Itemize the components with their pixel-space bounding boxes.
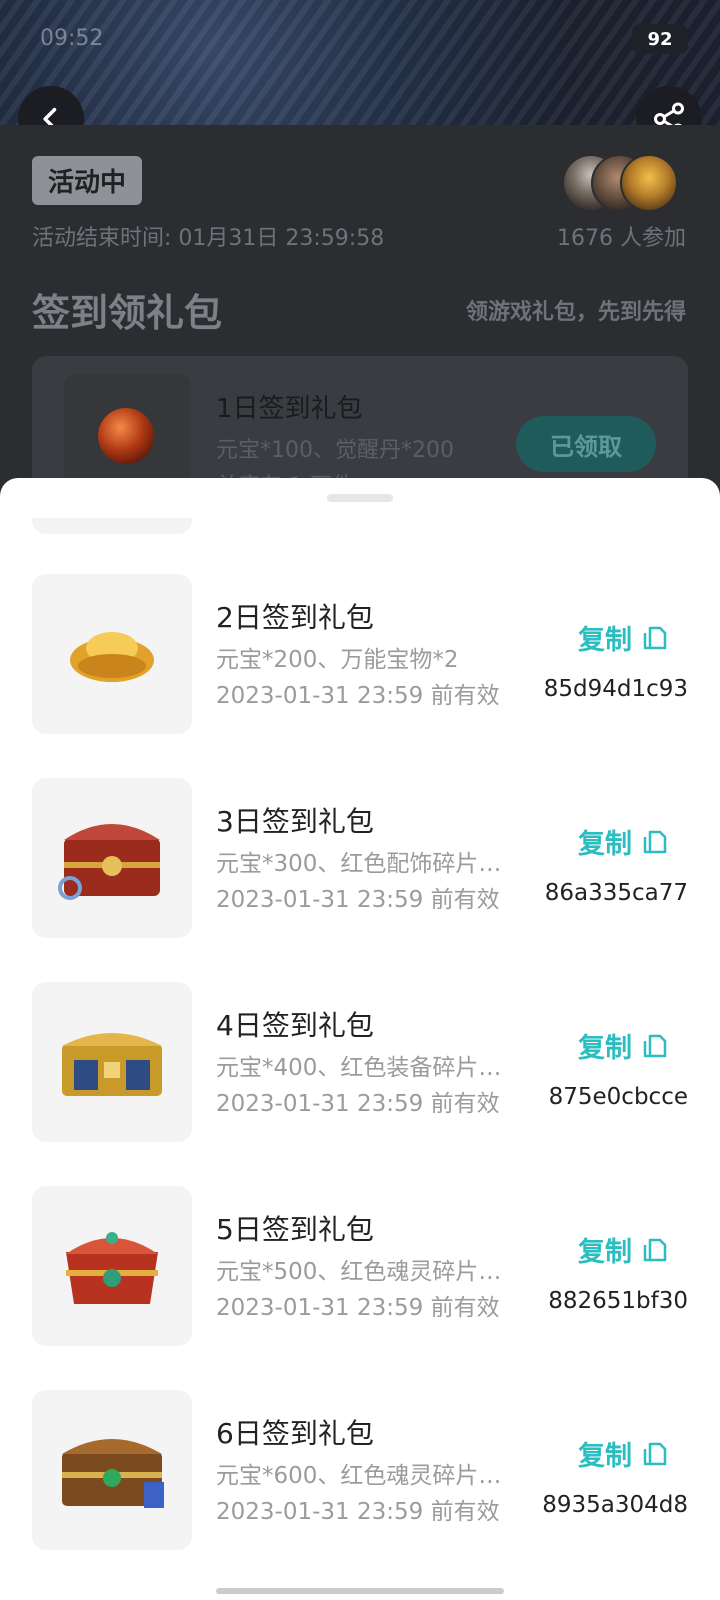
section-title: 签到领礼包 xyxy=(32,291,223,335)
copy-button[interactable]: 复制 xyxy=(578,822,670,861)
copy-label: 复制 xyxy=(578,1033,632,1064)
list-item: 3日签到礼包 元宝*300、红色配饰碎片… 2023-01-31 23:59 前… xyxy=(0,778,720,938)
orb-icon xyxy=(98,408,154,464)
hero-banner xyxy=(0,0,720,125)
claimed-button[interactable]: 已领取 xyxy=(516,416,656,472)
list-item: 2日签到礼包 元宝*200、万能宝物*2 2023-01-31 23:59 前有… xyxy=(0,574,720,734)
avatar xyxy=(620,154,678,212)
copy-icon xyxy=(643,1442,667,1465)
status-badge: 活动中 xyxy=(32,156,143,205)
copy-label: 复制 xyxy=(578,1441,632,1472)
gift-title: 6日签到礼包 xyxy=(216,1417,374,1450)
treasure-chest-icon xyxy=(66,1232,158,1304)
gift-desc: 元宝*500、红色魂灵碎片… xyxy=(216,1259,502,1285)
gold-ingot-icon xyxy=(70,632,154,682)
gift-code: 8935a304d8 xyxy=(542,1492,688,1518)
gift-valid: 2023-01-31 23:59 前有效 xyxy=(216,1499,500,1525)
copy-icon xyxy=(643,626,667,649)
gift-image xyxy=(32,778,192,938)
gift-valid: 2023-01-31 23:59 前有效 xyxy=(216,887,500,913)
gift-image xyxy=(32,1186,192,1346)
gift-image xyxy=(32,574,192,734)
list-item: 5日签到礼包 元宝*500、红色魂灵碎片… 2023-01-31 23:59 前… xyxy=(0,1186,720,1346)
gift-desc: 元宝*600、红色魂灵碎片… xyxy=(216,1463,502,1489)
gift-card-day1: 1日签到礼包 元宝*100、觉醒丹*200 单库存 1 万件 已领取 xyxy=(32,356,688,496)
gift-image xyxy=(32,982,192,1142)
home-indicator xyxy=(216,1588,504,1594)
participant-avatars xyxy=(562,154,678,212)
gift-desc: 元宝*300、红色配饰碎片… xyxy=(216,851,502,877)
copy-label: 复制 xyxy=(578,1237,632,1268)
gift-valid: 2023-01-31 23:59 前有效 xyxy=(216,683,500,709)
gift-title: 2日签到礼包 xyxy=(216,601,374,634)
list-item-peek xyxy=(32,518,192,534)
list-item: 4日签到礼包 元宝*400、红色装备碎片… 2023-01-31 23:59 前… xyxy=(0,982,720,1142)
status-time: 09:52 xyxy=(40,26,104,51)
sheet-handle[interactable] xyxy=(327,494,393,502)
gift-desc: 元宝*100、觉醒丹*200 xyxy=(216,438,454,463)
end-time: 活动结束时间: 01月31日 23:59:58 xyxy=(32,226,385,251)
gift-title: 3日签到礼包 xyxy=(216,805,374,838)
gift-title: 4日签到礼包 xyxy=(216,1009,374,1042)
gift-code: 875e0cbcce xyxy=(548,1084,688,1110)
copy-icon xyxy=(643,1034,667,1057)
gift-code: 86a335ca77 xyxy=(544,880,688,906)
copy-button[interactable]: 复制 xyxy=(578,1026,670,1065)
gift-valid: 2023-01-31 23:59 前有效 xyxy=(216,1295,500,1321)
list-item: 6日签到礼包 元宝*600、红色魂灵碎片… 2023-01-31 23:59 前… xyxy=(0,1390,720,1550)
copy-label: 复制 xyxy=(578,625,632,656)
gift-image xyxy=(32,1390,192,1550)
copy-icon xyxy=(643,1238,667,1261)
battery-indicator: 92 xyxy=(632,24,688,54)
gift-desc: 元宝*400、红色装备碎片… xyxy=(216,1055,502,1081)
gift-code: 85d94d1c93 xyxy=(543,676,688,702)
copy-label: 复制 xyxy=(578,829,632,860)
gift-valid: 2023-01-31 23:59 前有效 xyxy=(216,1091,500,1117)
copy-icon xyxy=(643,830,667,853)
gift-desc: 元宝*200、万能宝物*2 xyxy=(216,647,459,673)
section-subtitle: 领游戏礼包，先到先得 xyxy=(465,300,686,325)
copy-button[interactable]: 复制 xyxy=(578,1434,670,1473)
gift-title: 5日签到礼包 xyxy=(216,1213,374,1246)
treasure-chest-icon xyxy=(62,1439,164,1508)
copy-button[interactable]: 复制 xyxy=(578,618,670,657)
gift-title: 1日签到礼包 xyxy=(216,394,363,424)
treasure-chest-icon xyxy=(62,1033,162,1096)
gift-code: 882651bf30 xyxy=(548,1288,688,1314)
participant-count: 1676 人参加 xyxy=(557,226,686,251)
bottom-sheet: 2日签到礼包 元宝*200、万能宝物*2 2023-01-31 23:59 前有… xyxy=(0,478,720,1600)
copy-button[interactable]: 复制 xyxy=(578,1230,670,1269)
treasure-chest-icon xyxy=(58,824,160,900)
